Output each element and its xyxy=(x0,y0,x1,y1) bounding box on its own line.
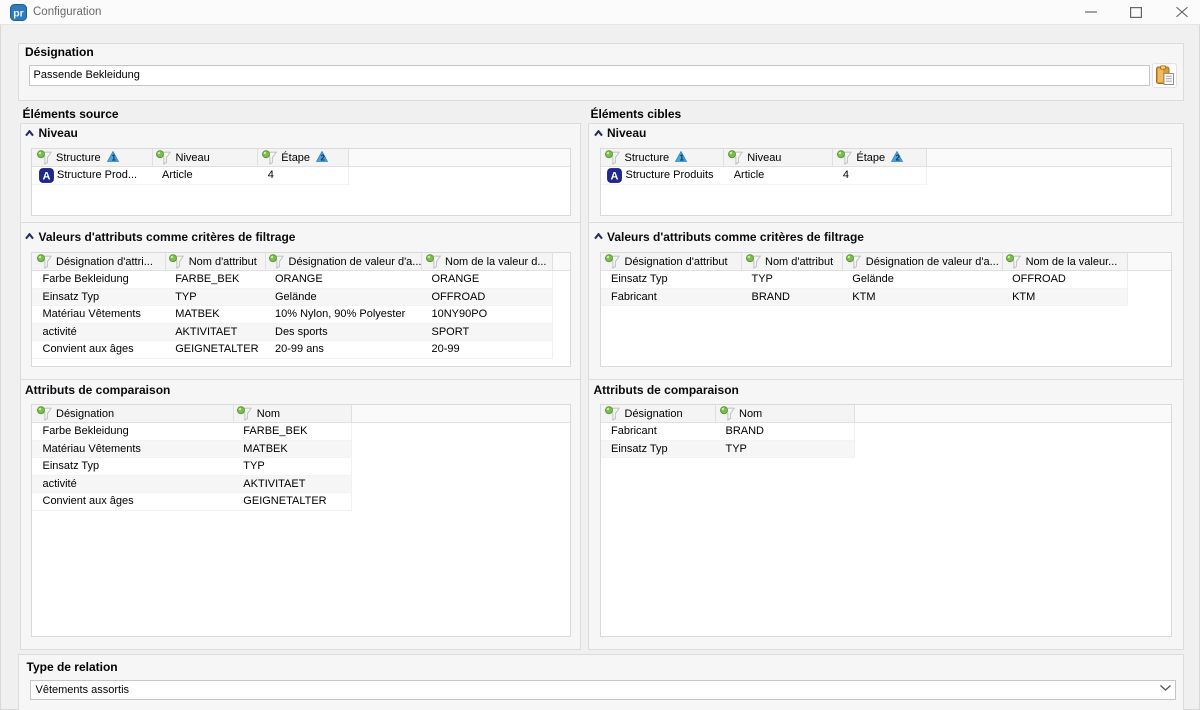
svg-text:1: 1 xyxy=(111,153,116,161)
svg-text:2: 2 xyxy=(321,153,326,161)
svg-text:1: 1 xyxy=(680,153,685,161)
svg-text:A: A xyxy=(42,171,50,183)
svg-text:pr: pr xyxy=(13,7,24,19)
svg-text:A: A xyxy=(611,171,619,183)
svg-text:2: 2 xyxy=(896,153,901,161)
